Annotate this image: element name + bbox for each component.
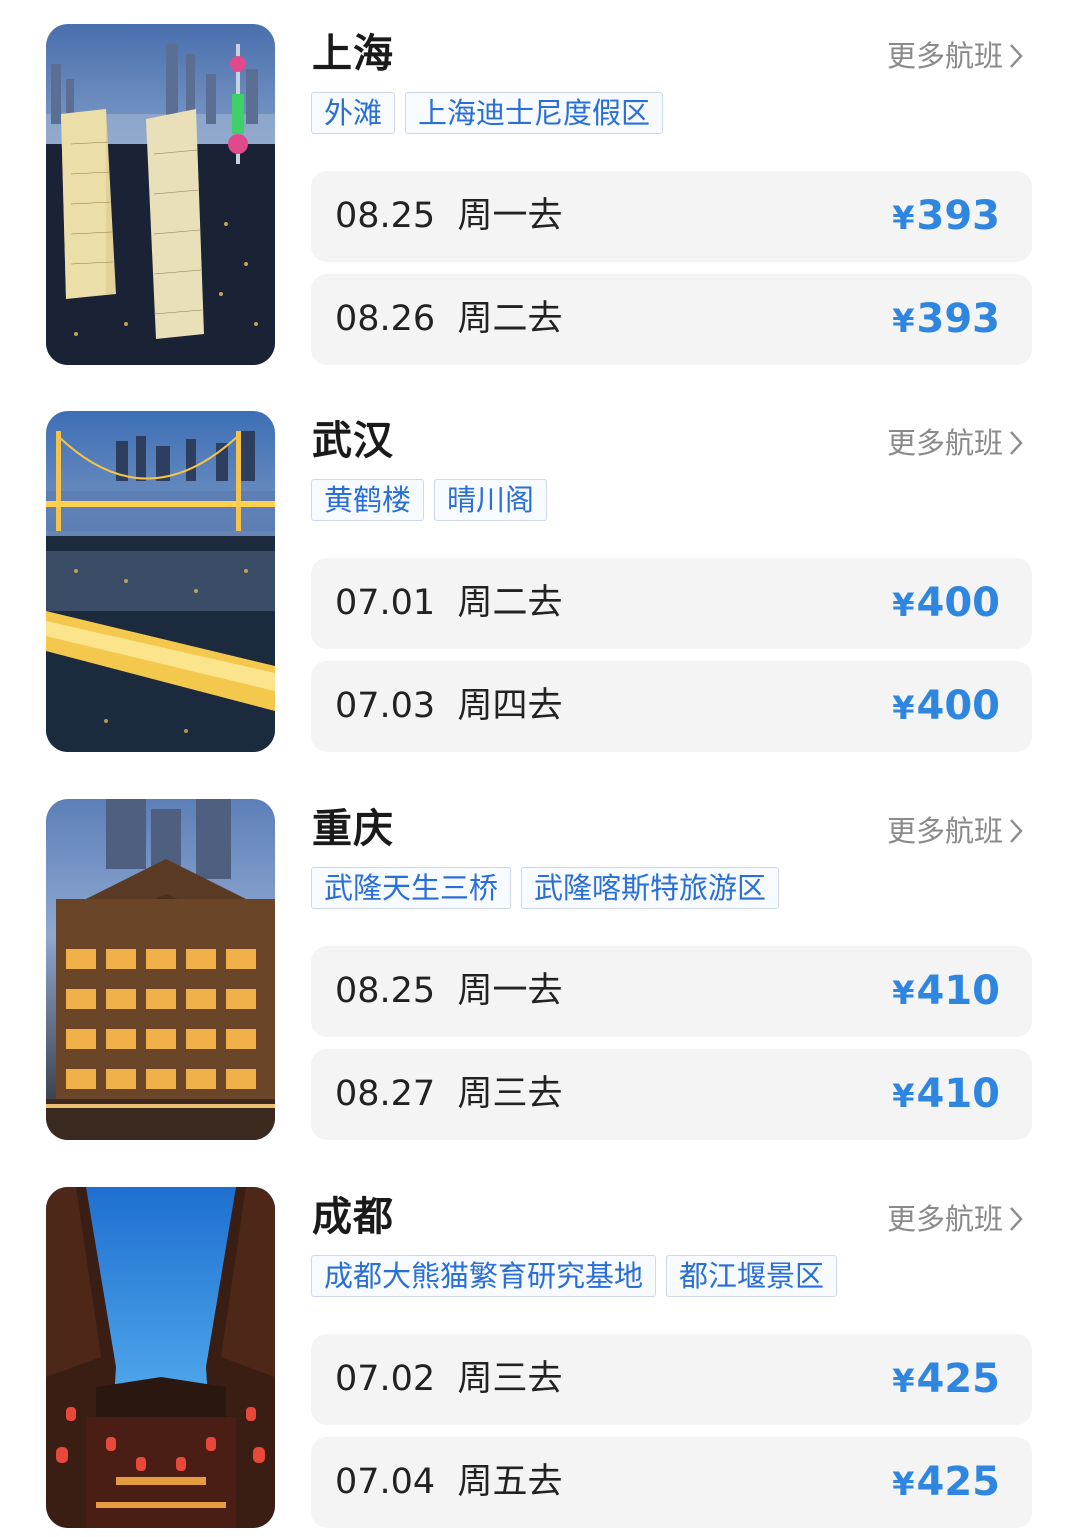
flight-row[interactable]: 08.26 周二去 ¥393 [311,274,1032,365]
flight-date: 08.25 周一去 [335,196,563,236]
attraction-tag[interactable]: 黄鹤楼 [311,479,425,521]
attraction-tags: 外滩 上海迪士尼度假区 [311,92,664,134]
flight-row[interactable]: 08.25 周一去 ¥393 [311,171,1032,262]
city-name: 武汉 [312,418,394,464]
city-name: 上海 [312,31,394,77]
more-flights-label: 更多航班 [886,39,1003,73]
flight-price: ¥410 [892,968,1000,1014]
flight-row[interactable]: 07.01 周二去 ¥400 [311,558,1032,649]
flight-price: ¥393 [892,193,1000,239]
flight-date: 07.04 周五去 [335,1462,563,1502]
chevron-right-icon [1010,44,1023,68]
flight-date: 07.03 周四去 [335,686,563,726]
destination-card-shanghai: 上海 更多航班 外滩 上海迪士尼度假区 08.25 周一去 ¥393 08.26… [0,24,1080,369]
more-flights-label: 更多航班 [886,814,1003,848]
flight-row[interactable]: 08.25 周一去 ¥410 [311,946,1032,1037]
destination-card-chengdu: 成都 更多航班 成都大熊猫繁育研究基地 都江堰景区 07.02 周三去 ¥425… [0,1187,1080,1532]
flight-price: ¥393 [892,296,1000,342]
flight-date: 07.01 周二去 [335,583,563,623]
flight-price: ¥425 [892,1356,1000,1402]
attraction-tag[interactable]: 晴川阁 [434,479,548,521]
attraction-tag[interactable]: 武隆喀斯特旅游区 [521,867,780,909]
attraction-tags: 黄鹤楼 晴川阁 [311,479,548,521]
flight-price: ¥410 [892,1071,1000,1117]
more-flights-link[interactable]: 更多航班 [887,38,1025,74]
more-flights-link[interactable]: 更多航班 [887,813,1025,849]
chongqing-photo[interactable] [46,799,275,1140]
more-flights-label: 更多航班 [886,1202,1003,1236]
chevron-right-icon [1010,819,1023,843]
flight-date: 08.26 周二去 [335,299,563,339]
shanghai-photo[interactable] [46,24,275,365]
flight-date: 07.02 周三去 [335,1359,563,1399]
flight-date: 08.27 周三去 [335,1074,563,1114]
city-name: 成都 [312,1194,394,1240]
chevron-right-icon [1010,431,1023,455]
flight-price: ¥400 [892,683,1000,729]
flight-row[interactable]: 07.04 周五去 ¥425 [311,1437,1032,1528]
flight-row[interactable]: 07.03 周四去 ¥400 [311,661,1032,752]
attraction-tag[interactable]: 上海迪士尼度假区 [405,92,664,134]
destination-card-wuhan: 武汉 更多航班 黄鹤楼 晴川阁 07.01 周二去 ¥400 07.03 周四去… [0,411,1080,756]
flight-row[interactable]: 07.02 周三去 ¥425 [311,1334,1032,1425]
flight-price: ¥400 [892,580,1000,626]
flight-price: ¥425 [892,1459,1000,1505]
wuhan-photo[interactable] [46,411,275,752]
attraction-tag[interactable]: 成都大熊猫繁育研究基地 [311,1255,657,1297]
destination-card-chongqing: 重庆 更多航班 武隆天生三桥 武隆喀斯特旅游区 08.25 周一去 ¥410 0… [0,799,1080,1144]
more-flights-label: 更多航班 [886,426,1003,460]
attraction-tag[interactable]: 都江堰景区 [666,1255,838,1297]
more-flights-link[interactable]: 更多航班 [887,1201,1025,1237]
attraction-tags: 成都大熊猫繁育研究基地 都江堰景区 [311,1255,838,1297]
flight-date: 08.25 周一去 [335,971,563,1011]
attraction-tags: 武隆天生三桥 武隆喀斯特旅游区 [311,867,780,909]
attraction-tag[interactable]: 外滩 [311,92,396,134]
chengdu-photo[interactable] [46,1187,275,1528]
city-name: 重庆 [312,806,394,852]
flight-row[interactable]: 08.27 周三去 ¥410 [311,1049,1032,1140]
chevron-right-icon [1010,1207,1023,1231]
attraction-tag[interactable]: 武隆天生三桥 [311,867,512,909]
more-flights-link[interactable]: 更多航班 [887,425,1025,461]
